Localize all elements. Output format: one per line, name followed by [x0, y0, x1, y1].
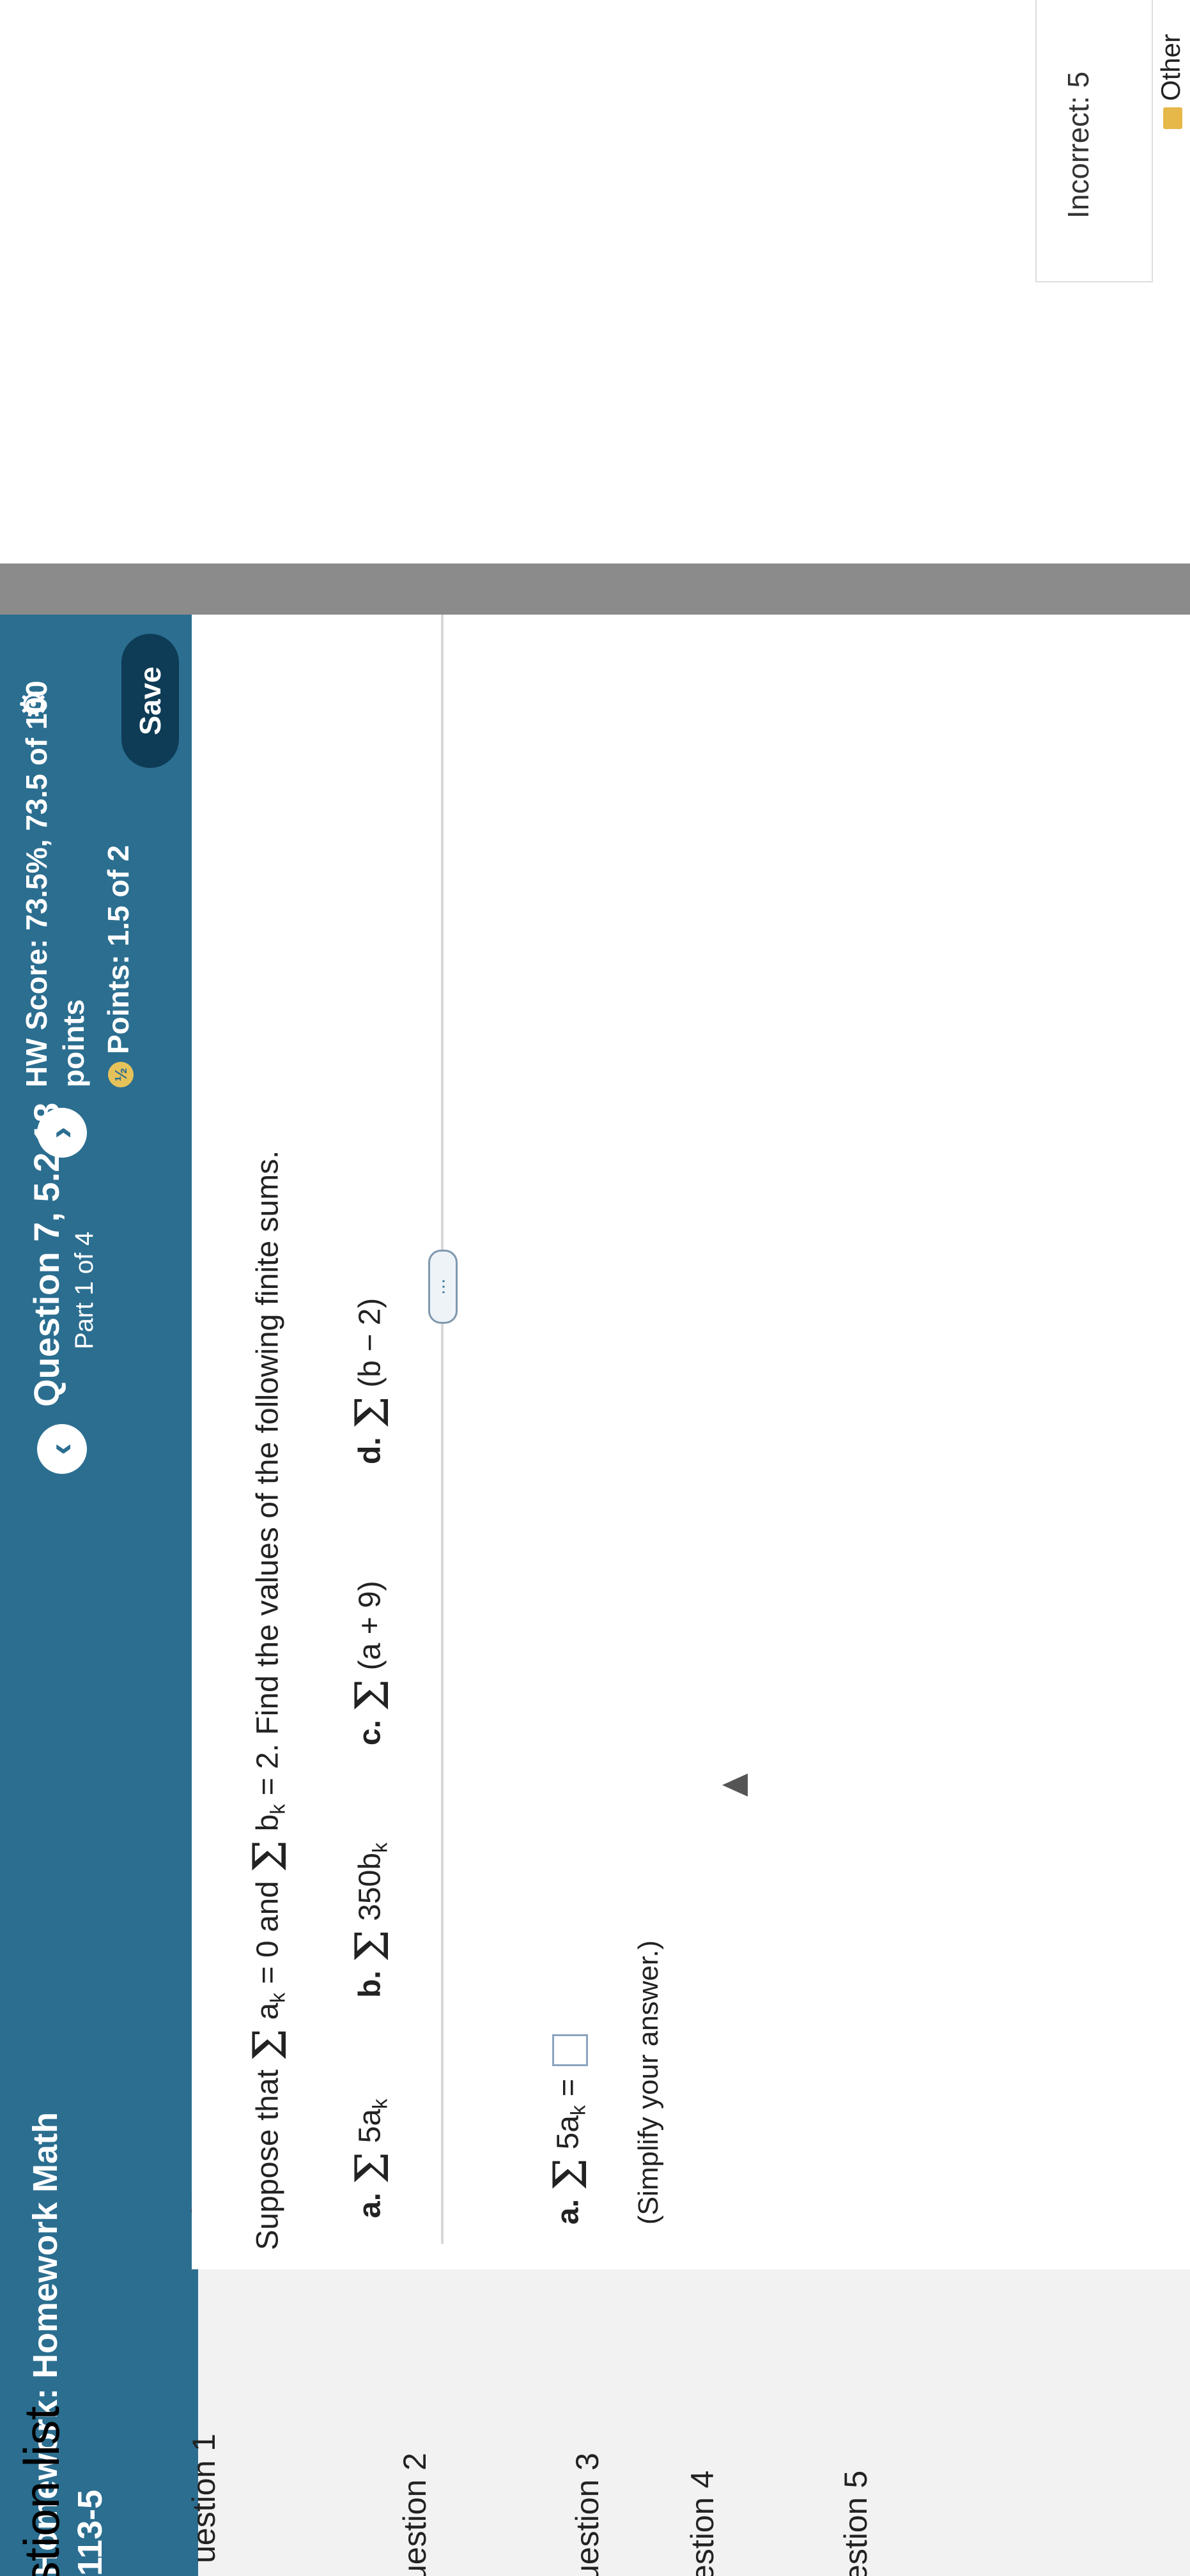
sigma-symbol: Σ — [345, 1929, 399, 1962]
sigma-symbol: Σ — [345, 2151, 399, 2184]
sigma-symbol: Σ — [243, 1839, 297, 1873]
question-list-item[interactable]: uestion 1 — [185, 2434, 222, 2563]
next-question-button[interactable]: › — [37, 1108, 87, 1158]
save-button[interactable]: Save — [121, 634, 179, 768]
folder-icon — [1163, 107, 1182, 129]
hw-score: HW Score: 73.5%, 73.5 of 100 points — [20, 680, 90, 1087]
sigma-symbol: Σ — [543, 2158, 597, 2191]
problem-statement: Suppose that Σ ak = 0 and Σ bk = 2. Find… — [243, 1150, 297, 2251]
part-expression: (b − 2) — [353, 1298, 387, 1388]
points-icon: ½ — [107, 1062, 134, 1087]
answer-row: a. Σ 5ak = — [543, 2034, 597, 2225]
mouse-cursor-icon — [722, 1774, 748, 1797]
points-text: Points: 1.5 of 2 — [102, 845, 135, 1054]
incorrect-count: Incorrect: 5 — [1062, 71, 1095, 218]
part-label: b. — [353, 1970, 387, 1998]
homework-section: 113-5 — [71, 2489, 109, 2576]
question-list-item[interactable]: uestion 3 — [569, 2453, 606, 2576]
and-text: and — [251, 1881, 285, 1933]
part-d: d. Σ (b − 2) — [345, 1298, 399, 1464]
question-list-title: stion list — [13, 2406, 70, 2576]
problem-intro: Suppose that — [251, 2069, 285, 2250]
scrollbar-track[interactable] — [0, 564, 1190, 615]
previous-question-button[interactable]: ‹ — [37, 1424, 87, 1474]
part-label: a. — [353, 2192, 387, 2218]
part-b: b. Σ 350bk — [345, 1842, 399, 1998]
part-label: c. — [353, 1719, 387, 1745]
hint-text: (Simplify your answer.) — [633, 1940, 664, 2225]
problem-find-text: Find the values of the following finite … — [251, 1150, 285, 1735]
right-panel: Incorrect: 5 Other favorites — [0, 0, 1190, 615]
other-favorites-bookmark[interactable]: Other favorites — [1155, 0, 1190, 129]
part-c: c. Σ (a + 9) — [345, 1581, 399, 1745]
question-part: Part 1 of 4 — [70, 1231, 98, 1349]
question-card — [192, 608, 1190, 2269]
question-list-item[interactable]: uestion 2 — [396, 2453, 433, 2576]
header-bar: Homework: Homework Math 113-5 ‹ Question… — [0, 615, 198, 2576]
part-label: d. — [353, 1437, 387, 1464]
part-expression: 5a — [353, 2108, 387, 2143]
part-expression: 350b — [353, 1852, 387, 1921]
question-list-item[interactable]: estion 5 — [837, 2471, 874, 2576]
answer-label: a. — [551, 2198, 585, 2225]
rotated-screen: Homework: Homework Math 113-5 ‹ Question… — [0, 0, 1190, 2576]
part-expression: (a + 9) — [353, 1581, 387, 1671]
question-list-item[interactable]: estion 4 — [684, 2471, 721, 2576]
sigma-symbol: Σ — [345, 1678, 399, 1712]
points-display: ½ Points: 1.5 of 2 — [101, 845, 135, 1087]
homework-name: Homework Math — [26, 2112, 65, 2379]
part-a: a. Σ 5ak — [345, 2098, 399, 2218]
sigma-symbol: Σ — [243, 2028, 297, 2061]
main-area: uestion 1 uestion 2 uestion 3 estion 4 e… — [174, 608, 1190, 2576]
sigma-symbol: Σ — [345, 1396, 399, 1429]
gear-icon[interactable]: ⚙ — [13, 688, 55, 720]
more-options-button[interactable]: ⋯ — [428, 1250, 458, 1324]
section-divider — [441, 608, 444, 2244]
answer-input[interactable] — [552, 2034, 588, 2067]
